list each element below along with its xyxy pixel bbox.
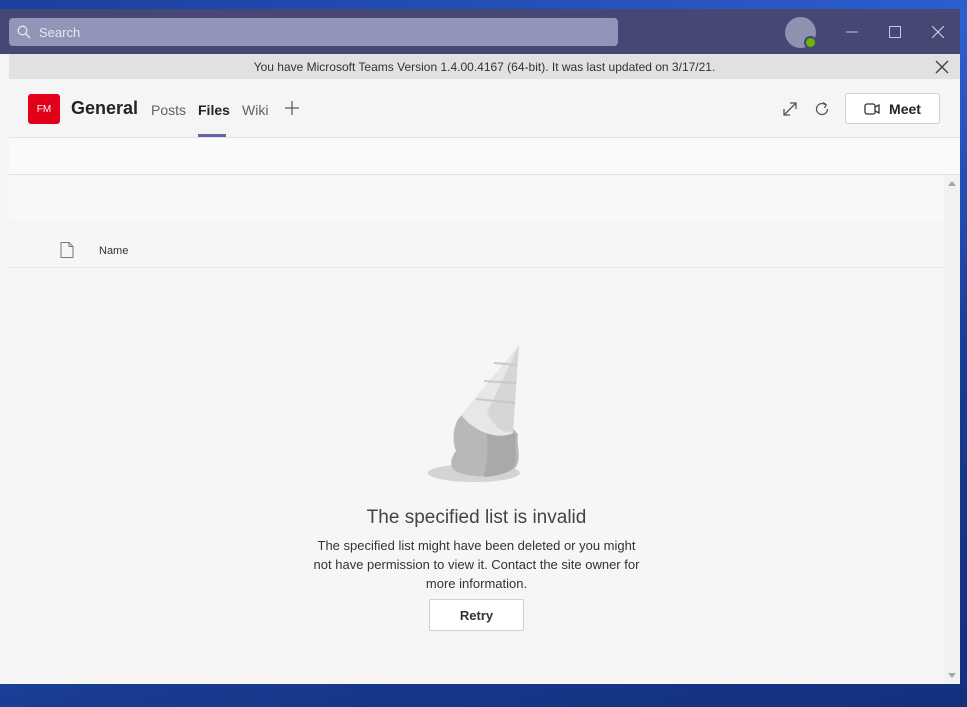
close-icon [935, 60, 949, 74]
minimize-button[interactable] [839, 19, 865, 45]
team-avatar: FM [28, 94, 60, 124]
dismiss-banner-button[interactable] [934, 59, 950, 75]
error-message-line: more information. [425, 576, 528, 591]
plus-icon [285, 101, 299, 115]
expand-icon [783, 102, 797, 116]
error-title: The specified list is invalid [366, 507, 587, 528]
tab-files[interactable]: Files [198, 102, 230, 118]
banner-text: You have Microsoft Teams Version 1.4.00.… [253, 59, 716, 74]
tab-posts[interactable]: Posts [151, 102, 186, 118]
files-toolbar [9, 138, 960, 175]
refresh-icon [815, 101, 829, 116]
scroll-down-arrow-icon[interactable] [948, 673, 956, 678]
file-type-icon[interactable] [60, 242, 74, 263]
list-header: Name [9, 233, 944, 268]
files-content: Name The specified list is invalid The s… [9, 175, 944, 684]
channel-title: General [71, 98, 139, 118]
expand-button[interactable] [781, 100, 799, 118]
command-bar [9, 175, 944, 220]
title-bar [0, 9, 960, 54]
user-avatar[interactable] [785, 17, 817, 49]
presence-available-icon [804, 36, 817, 49]
meet-label: Meet [889, 100, 921, 117]
retry-button[interactable]: Retry [429, 599, 524, 631]
maximize-button[interactable] [882, 19, 908, 45]
video-camera-icon [864, 102, 880, 115]
error-message: The specified list might have been delet… [299, 536, 654, 593]
update-banner: You have Microsoft Teams Version 1.4.00.… [9, 54, 960, 79]
search-box[interactable] [9, 18, 618, 46]
teams-window: You have Microsoft Teams Version 1.4.00.… [0, 9, 960, 684]
tab-wiki[interactable]: Wiki [242, 102, 268, 118]
search-input[interactable] [37, 23, 601, 41]
minimize-icon [846, 31, 858, 33]
vertical-scrollbar[interactable] [944, 175, 960, 684]
scroll-up-arrow-icon[interactable] [948, 181, 956, 186]
melted-ice-cream-icon [428, 345, 520, 482]
close-window-button[interactable] [925, 19, 951, 45]
maximize-icon [889, 26, 901, 38]
add-tab-button[interactable] [283, 99, 301, 117]
close-icon [932, 26, 944, 38]
error-message-line: The specified list might have been delet… [317, 538, 636, 553]
active-tab-indicator [198, 134, 226, 137]
column-header-name[interactable]: Name [99, 245, 128, 257]
channel-header: FM General Posts Files Wiki Meet [9, 79, 960, 138]
refresh-button[interactable] [813, 100, 831, 118]
meet-button[interactable]: Meet [845, 93, 940, 124]
error-message-line: not have permission to view it. Contact … [313, 557, 640, 572]
search-icon [17, 25, 31, 39]
